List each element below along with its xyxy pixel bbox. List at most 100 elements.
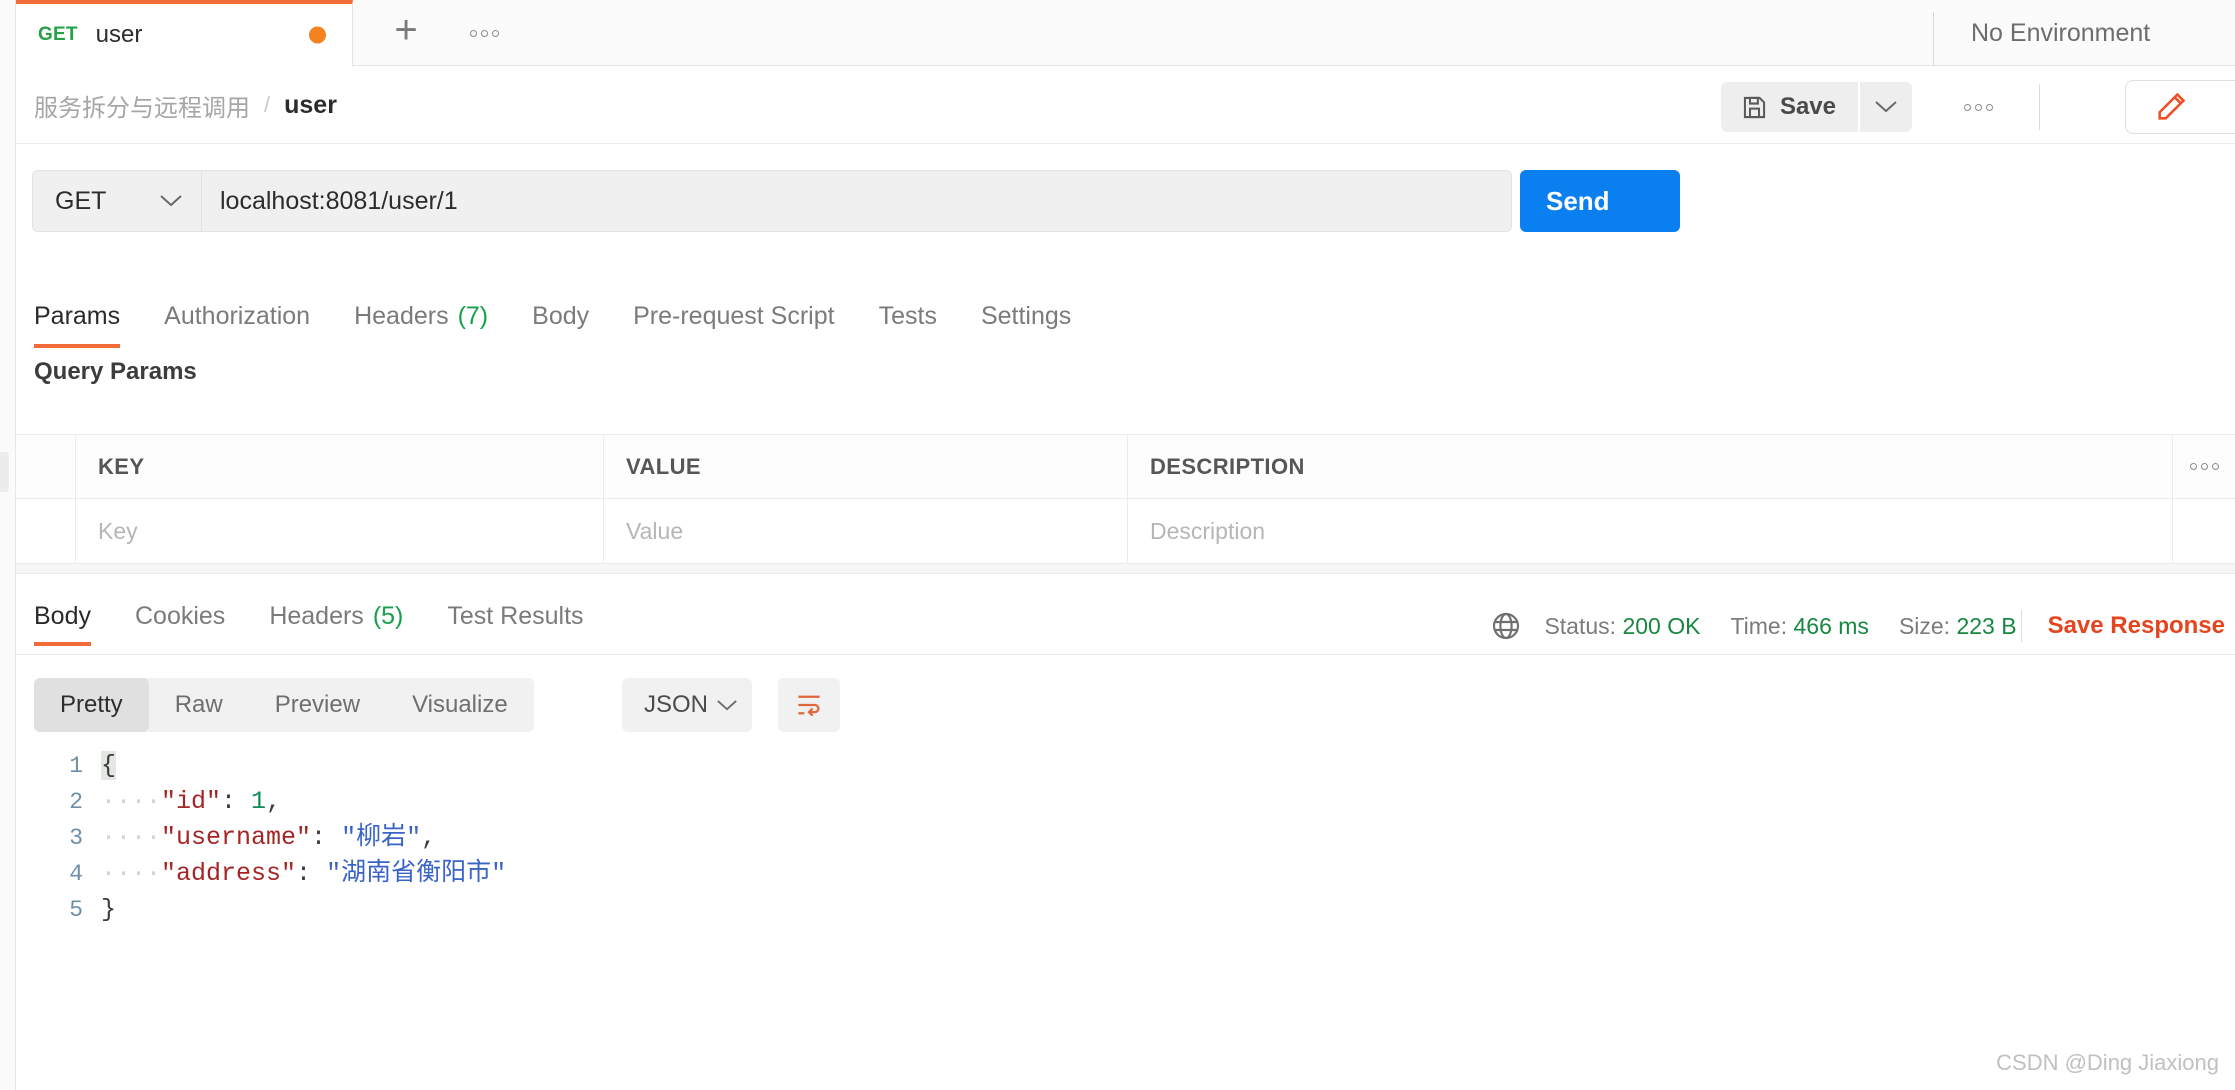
tab-pre-request-script[interactable]: Pre-request Script (611, 300, 856, 356)
time-group: Time: 466 ms (1730, 613, 1868, 640)
code-line: 3 ····"username": "柳岩", (16, 820, 2235, 856)
word-wrap-toggle[interactable] (778, 678, 840, 732)
chevron-down-icon (716, 699, 738, 712)
code-text: ····"username": "柳岩", (101, 820, 436, 856)
request-tab-title: user (95, 21, 143, 48)
view-mode-visualize[interactable]: Visualize (386, 678, 534, 732)
param-key-input[interactable]: Key (76, 499, 604, 563)
param-value-input[interactable]: Value (604, 499, 1128, 563)
edit-request-button[interactable] (2125, 80, 2235, 134)
request-header-bar: 服务拆分与远程调用 / user Save (16, 66, 2235, 144)
save-button[interactable]: Save (1720, 82, 1858, 132)
pencil-icon (2154, 90, 2188, 124)
code-token: : (296, 859, 327, 888)
table-header-row: KEY VALUE DESCRIPTION (16, 435, 2235, 499)
response-pane-divider[interactable] (16, 564, 2235, 574)
request-tab-user[interactable]: GET user (16, 0, 353, 66)
tab-strip-more-button[interactable] (454, 0, 514, 66)
line-number: 2 (69, 789, 83, 815)
ellipsis-icon (1963, 103, 1993, 111)
column-header-key: KEY (76, 435, 604, 498)
tab-label: Params (34, 302, 121, 330)
chevron-down-icon (1874, 100, 1898, 114)
send-button[interactable]: Send (1520, 170, 1680, 232)
response-meta-bar: Status: 200 OK Time: 466 ms Size: 223 B … (1490, 604, 2225, 648)
globe-icon[interactable] (1490, 610, 1522, 642)
code-token: "湖南省衡阳市" (326, 859, 507, 888)
response-view-mode-group: Pretty Raw Preview Visualize (34, 678, 534, 732)
time-value: 466 ms (1793, 612, 1869, 639)
tab-label: Body (34, 602, 91, 630)
sidebar-expand-handle[interactable] (0, 452, 9, 492)
tab-label: Authorization (164, 302, 311, 330)
tab-label: Settings (980, 302, 1072, 330)
response-format-select[interactable]: JSON (622, 678, 752, 732)
divider (2020, 610, 2022, 642)
tab-count-badge: (7) (457, 302, 489, 330)
view-mode-raw[interactable]: Raw (149, 678, 249, 732)
environment-selector[interactable]: No Environment (1971, 0, 2150, 66)
ellipsis-icon (469, 29, 499, 37)
ellipsis-icon (2189, 463, 2219, 470)
size-value: 223 B (1956, 612, 2017, 639)
tab-body[interactable]: Body (510, 300, 611, 356)
line-number: 5 (69, 897, 83, 923)
time-label: Time: (1730, 612, 1788, 639)
divider (2039, 84, 2040, 130)
sidebar-collapsed-rail (0, 0, 16, 1090)
url-bar: GET localhost:8081/user/1 Send (16, 162, 2235, 240)
tab-label: Cookies (134, 602, 226, 630)
page-title: user (284, 90, 337, 119)
response-body-code[interactable]: 1 { 2 ····"id": 1, 3 ····"username": "柳岩… (16, 748, 2235, 1038)
response-tab-cookies[interactable]: Cookies (113, 600, 247, 654)
tab-label: Body (532, 302, 590, 330)
line-number: 4 (69, 861, 83, 887)
response-tab-headers[interactable]: Headers (5) (247, 600, 425, 654)
request-section-tabs: Params Authorization Headers (7) Body Pr… (16, 300, 2235, 356)
request-tab-strip: GET user + No Environment (16, 0, 2235, 66)
save-response-button[interactable]: Save Response (2048, 612, 2225, 640)
column-header-description: DESCRIPTION (1128, 435, 2173, 498)
tab-label: Tests (878, 302, 937, 330)
status-label: Status: (1544, 612, 1617, 639)
select-all-cell (16, 435, 76, 498)
request-more-actions-button[interactable] (1950, 82, 2006, 132)
code-line: 4 ····"address": "湖南省衡阳市" (16, 856, 2235, 892)
code-line: 2 ····"id": 1, (16, 784, 2235, 820)
send-button-label: Send (1546, 185, 1610, 216)
tab-label: Headers (269, 602, 364, 630)
view-mode-preview[interactable]: Preview (249, 678, 386, 732)
unsaved-changes-dot-icon (309, 26, 326, 44)
environment-label: No Environment (1971, 18, 2151, 47)
tab-label: Test Results (447, 602, 584, 630)
view-mode-pretty[interactable]: Pretty (34, 678, 149, 732)
response-format-value: JSON (644, 691, 709, 718)
http-method-select[interactable]: GET (32, 170, 202, 232)
response-tab-test-results[interactable]: Test Results (425, 600, 605, 654)
new-tab-button[interactable]: + (376, 0, 436, 66)
code-token: "柳岩" (341, 823, 422, 852)
response-tab-body[interactable]: Body (34, 600, 113, 654)
code-text: { (101, 748, 117, 784)
code-token: 1 (251, 787, 267, 816)
breadcrumb-collection[interactable]: 服务拆分与远程调用 (34, 88, 250, 123)
save-options-button[interactable] (1860, 82, 1912, 132)
tab-authorization[interactable]: Authorization (142, 300, 332, 356)
save-button-label: Save (1779, 93, 1836, 120)
bulk-edit-button[interactable] (2173, 435, 2235, 498)
code-text: } (101, 895, 117, 924)
tab-settings[interactable]: Settings (959, 300, 1093, 356)
code-indent: ···· (101, 823, 162, 852)
url-input[interactable]: localhost:8081/user/1 (202, 170, 1512, 232)
tab-headers[interactable]: Headers (7) (332, 300, 510, 356)
param-description-input[interactable]: Description (1128, 499, 2173, 563)
code-indent: ···· (101, 787, 162, 816)
tab-tests[interactable]: Tests (857, 300, 959, 356)
tab-params[interactable]: Params (34, 300, 142, 356)
size-group: Size: 223 B (1899, 613, 2017, 640)
row-actions-cell (2173, 499, 2235, 563)
url-value: localhost:8081/user/1 (220, 186, 458, 215)
http-method-value: GET (55, 186, 107, 215)
row-checkbox-cell[interactable] (16, 499, 76, 563)
divider (16, 654, 2235, 655)
